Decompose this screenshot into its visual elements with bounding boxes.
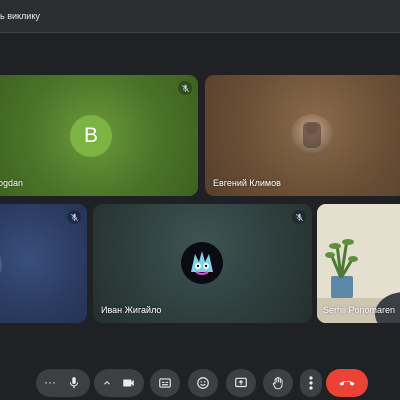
more-options-button[interactable]: [300, 369, 322, 397]
avatar-initial: B: [83, 124, 98, 147]
microphone-icon[interactable]: [67, 376, 81, 390]
camera-icon[interactable]: [121, 376, 136, 390]
participant-name: Евгений Климов: [213, 178, 281, 188]
participant-name: Иван Жигайло: [101, 305, 162, 315]
top-bar-title: ь виклику: [0, 11, 40, 21]
more-vert-icon: [309, 376, 313, 390]
present-button[interactable]: [226, 369, 256, 397]
avatar-photo: [303, 122, 321, 148]
muted-mic-icon: [292, 210, 306, 224]
mic-control-group: ···: [36, 369, 90, 397]
end-call-button[interactable]: [326, 369, 368, 397]
top-bar: ь виклику: [0, 0, 400, 33]
raise-hand-button[interactable]: [263, 369, 293, 397]
participant-tile-blue[interactable]: [0, 204, 87, 323]
camera-control-group: [94, 369, 144, 397]
emoji-button[interactable]: [188, 369, 218, 397]
captions-icon: [159, 378, 171, 388]
avatar: [181, 242, 223, 284]
participant-tile-serhii[interactable]: Serhii Ponomaren: [317, 204, 400, 323]
avatar: [0, 244, 2, 286]
avatar-artwork: [191, 251, 213, 275]
muted-mic-icon: [178, 81, 192, 95]
present-icon: [235, 377, 247, 388]
emoji-icon: [197, 377, 209, 389]
chevron-up-icon[interactable]: [102, 378, 112, 388]
captions-button[interactable]: [150, 369, 180, 397]
participant-tile-evgeniy[interactable]: Евгений Климов: [205, 75, 400, 196]
participant-tile-bogdan[interactable]: B ogdan: [0, 75, 198, 196]
participant-name: Serhii Ponomaren: [323, 305, 396, 315]
more-icon[interactable]: ···: [44, 375, 56, 389]
raise-hand-icon: [272, 376, 283, 390]
participant-tile-ivan[interactable]: Иван Жигайло: [93, 204, 312, 323]
muted-mic-icon: [67, 210, 81, 224]
participant-name: ogdan: [0, 178, 24, 188]
avatar: B: [70, 115, 112, 157]
end-call-icon: [339, 380, 355, 386]
avatar: [291, 114, 333, 156]
